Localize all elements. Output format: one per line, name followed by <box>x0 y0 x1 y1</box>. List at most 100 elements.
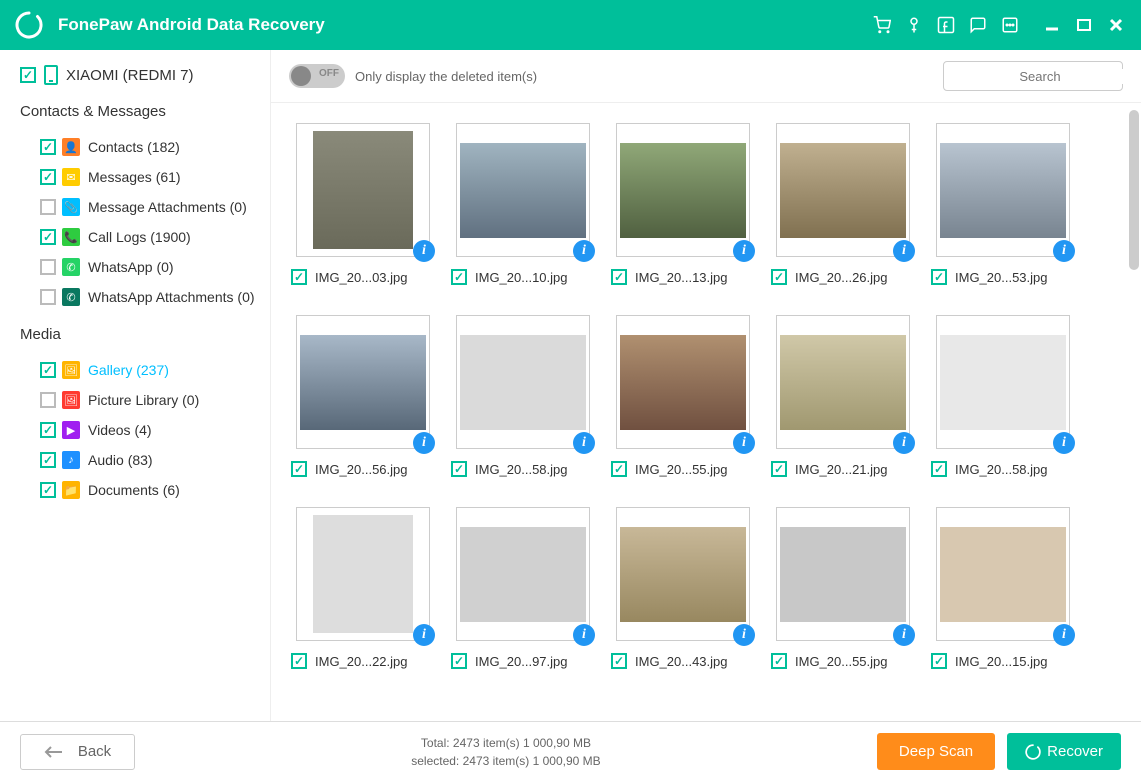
gallery-item[interactable]: iIMG_20...55.jpg <box>609 315 757 477</box>
gallery-item[interactable]: i IMG_20...43.jpg <box>609 507 757 669</box>
item-checkbox[interactable] <box>40 289 56 305</box>
sidebar-item-contacts[interactable]: 👤Contacts (182) <box>20 132 260 162</box>
info-icon[interactable]: i <box>413 624 435 646</box>
sidebar-item-videos[interactable]: ▶Videos (4) <box>20 415 260 445</box>
back-button[interactable]: Back <box>20 734 135 770</box>
item-checkbox[interactable] <box>40 482 56 498</box>
info-icon[interactable]: i <box>573 624 595 646</box>
device-row[interactable]: XIAOMI (REDMI 7) <box>20 65 260 85</box>
search-input[interactable] <box>952 69 1128 84</box>
thumbnail-box[interactable]: i <box>936 507 1070 641</box>
item-checkbox[interactable] <box>40 422 56 438</box>
thumbnail-box[interactable]: i <box>296 123 430 257</box>
sidebar-item-call-logs[interactable]: 📞Call Logs (1900) <box>20 222 260 252</box>
thumbnail-checkbox[interactable] <box>291 653 307 669</box>
thumbnail-checkbox[interactable] <box>931 653 947 669</box>
key-icon[interactable] <box>904 15 924 35</box>
thumbnail-checkbox[interactable] <box>451 653 467 669</box>
facebook-icon[interactable] <box>936 15 956 35</box>
gallery-item[interactable]: iIMG_20...58.jpg <box>449 315 597 477</box>
gallery-item[interactable]: iIMG_20...56.jpg <box>289 315 437 477</box>
item-checkbox[interactable] <box>40 199 56 215</box>
item-checkbox[interactable] <box>40 362 56 378</box>
info-icon[interactable]: i <box>733 240 755 262</box>
close-icon[interactable] <box>1106 15 1126 35</box>
sidebar-item-whatsapp-attachments[interactable]: ✆WhatsApp Attachments (0) <box>20 282 260 312</box>
item-checkbox[interactable] <box>40 259 56 275</box>
thumbnail-checkbox[interactable] <box>771 269 787 285</box>
deep-scan-button[interactable]: Deep Scan <box>877 733 995 770</box>
info-icon[interactable]: i <box>733 624 755 646</box>
device-checkbox[interactable] <box>20 67 36 83</box>
thumbnail-checkbox[interactable] <box>611 269 627 285</box>
menu-icon[interactable] <box>1000 15 1020 35</box>
sidebar-item-gallery[interactable]: 🖼Gallery (237) <box>20 355 260 385</box>
sidebar-item-whatsapp[interactable]: ✆WhatsApp (0) <box>20 252 260 282</box>
info-icon[interactable]: i <box>893 432 915 454</box>
thumbnail-box[interactable]: i <box>936 315 1070 449</box>
thumbnail-checkbox[interactable] <box>451 269 467 285</box>
gallery-item[interactable]: iIMG_20...53.jpg <box>929 123 1077 285</box>
recover-button[interactable]: Recover <box>1007 733 1121 770</box>
sidebar-item-messages[interactable]: ✉Messages (61) <box>20 162 260 192</box>
item-checkbox[interactable] <box>40 229 56 245</box>
sidebar-item-documents[interactable]: 📁Documents (6) <box>20 475 260 505</box>
thumbnail-checkbox[interactable] <box>771 653 787 669</box>
scrollbar[interactable] <box>1129 110 1139 270</box>
thumbnail-box[interactable]: i <box>616 315 750 449</box>
search-box[interactable] <box>943 61 1123 91</box>
gallery-item[interactable]: iIMG_20...26.jpg <box>769 123 917 285</box>
thumbnail-filename: IMG_20...43.jpg <box>635 654 728 669</box>
sidebar-item-message-attachments[interactable]: 📎Message Attachments (0) <box>20 192 260 222</box>
info-icon[interactable]: i <box>573 240 595 262</box>
info-icon[interactable]: i <box>413 240 435 262</box>
info-icon[interactable]: i <box>413 432 435 454</box>
sidebar-item-picture-library[interactable]: 🖼Picture Library (0) <box>20 385 260 415</box>
thumbnail-box[interactable]: i <box>456 507 590 641</box>
gallery-item[interactable]: iIMG_20...03.jpg <box>289 123 437 285</box>
gallery-item[interactable]: iIMG_20...15.jpg <box>929 507 1077 669</box>
gallery-item[interactable]: iIMG_20...58.jpg <box>929 315 1077 477</box>
thumbnail-checkbox[interactable] <box>611 461 627 477</box>
thumbnail-checkbox[interactable] <box>611 653 627 669</box>
thumbnail-box[interactable]: i <box>456 123 590 257</box>
item-checkbox[interactable] <box>40 452 56 468</box>
thumbnail-checkbox[interactable] <box>931 269 947 285</box>
thumbnail-checkbox[interactable] <box>291 461 307 477</box>
thumbnail-checkbox[interactable] <box>771 461 787 477</box>
thumbnail-box[interactable]: i <box>456 315 590 449</box>
info-icon[interactable]: i <box>1053 432 1075 454</box>
info-icon[interactable]: i <box>733 432 755 454</box>
item-checkbox[interactable] <box>40 169 56 185</box>
thumbnail-box[interactable]: i <box>616 123 750 257</box>
info-icon[interactable]: i <box>893 240 915 262</box>
gallery-item[interactable]: iIMG_20...55.jpg <box>769 507 917 669</box>
thumbnail-checkbox[interactable] <box>291 269 307 285</box>
item-checkbox[interactable] <box>40 392 56 408</box>
thumbnail-box[interactable]: i <box>296 507 430 641</box>
thumbnail-checkbox[interactable] <box>931 461 947 477</box>
info-icon[interactable]: i <box>893 624 915 646</box>
gallery-item[interactable]: iIMG_20...10.jpg <box>449 123 597 285</box>
sidebar-item-audio[interactable]: ♪Audio (83) <box>20 445 260 475</box>
minimize-icon[interactable] <box>1042 15 1062 35</box>
thumbnail-box[interactable]: i <box>776 315 910 449</box>
gallery-item[interactable]: iIMG_20...13.jpg <box>609 123 757 285</box>
maximize-icon[interactable] <box>1074 15 1094 35</box>
cart-icon[interactable] <box>872 15 892 35</box>
info-icon[interactable]: i <box>1053 624 1075 646</box>
gallery-item[interactable]: iIMG_20...21.jpg <box>769 315 917 477</box>
thumbnail-box[interactable]: i <box>776 123 910 257</box>
feedback-icon[interactable] <box>968 15 988 35</box>
thumbnail-box[interactable]: i <box>776 507 910 641</box>
info-icon[interactable]: i <box>1053 240 1075 262</box>
gallery-item[interactable]: iIMG_20...97.jpg <box>449 507 597 669</box>
thumbnail-box[interactable]: i <box>296 315 430 449</box>
gallery-item[interactable]: iIMG_20...22.jpg <box>289 507 437 669</box>
thumbnail-checkbox[interactable] <box>451 461 467 477</box>
deleted-only-toggle[interactable]: OFF <box>289 64 345 88</box>
item-checkbox[interactable] <box>40 139 56 155</box>
info-icon[interactable]: i <box>573 432 595 454</box>
thumbnail-box[interactable]: i <box>616 507 750 641</box>
thumbnail-box[interactable]: i <box>936 123 1070 257</box>
